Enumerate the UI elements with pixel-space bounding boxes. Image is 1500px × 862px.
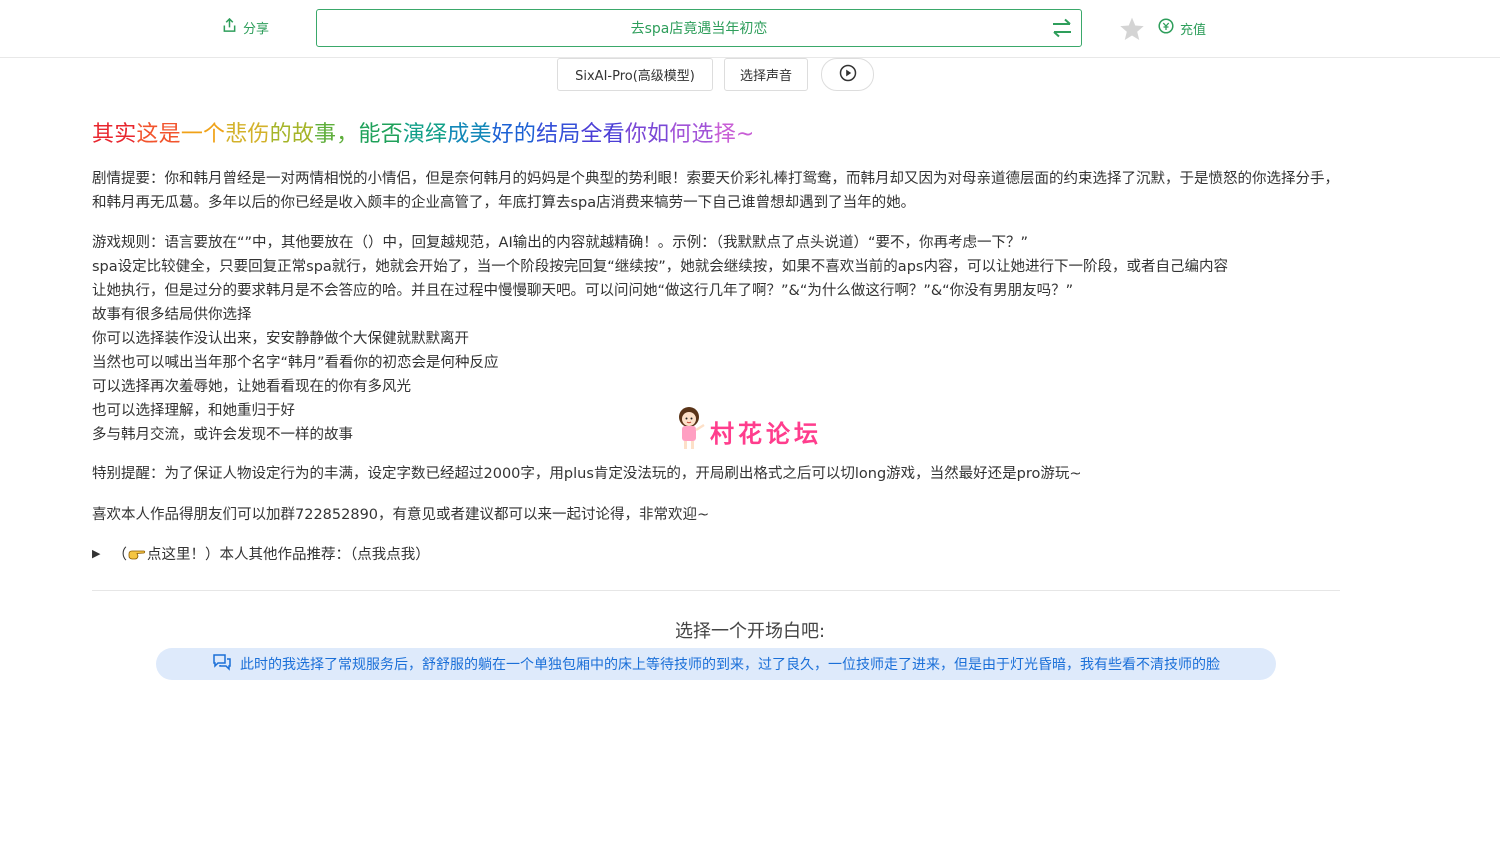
headline-segment: 事， bbox=[314, 122, 359, 147]
recharge-icon bbox=[1158, 18, 1174, 38]
voice-label: 选择声音 bbox=[739, 69, 792, 84]
more-works-toggle[interactable]: ▶ （ 点这里！）本人其他作品推荐：（点我点我） bbox=[92, 543, 430, 564]
rules-line: 游戏规则：语言要放在“”中，其他要放在（）中，回复越规范，AI输出的内容就越精确… bbox=[92, 235, 1028, 251]
divider bbox=[92, 590, 1340, 591]
headline-segment: 好的 bbox=[491, 122, 537, 147]
headline-segment: 结局 bbox=[536, 122, 581, 147]
star-icon[interactable] bbox=[1119, 16, 1145, 46]
headline-segment: 其实 bbox=[92, 122, 137, 147]
share-icon bbox=[222, 17, 237, 37]
headline-segment: 能否 bbox=[358, 122, 403, 147]
headline-segment: 的故 bbox=[269, 122, 315, 147]
opening-heading: 选择一个开场白吧: bbox=[674, 621, 826, 642]
disclosure-triangle-icon: ▶ bbox=[92, 547, 101, 560]
more-works-text: 点这里！）本人其他作品推荐：（点我点我） bbox=[146, 547, 430, 563]
special-reminder: 特别提醒：为了保证人物设定行为的丰满，设定字数已经超过2000字，用plus肯定… bbox=[92, 466, 1082, 482]
share-button[interactable]: 分享 bbox=[222, 17, 270, 37]
rules-line: 让她执行，但是过分的要求韩月是不会答应的哈。并且在过程中慢慢聊天吧。可以问问她“… bbox=[92, 283, 1074, 299]
chat-icon bbox=[212, 653, 232, 675]
opening-option-text: 此时的我选择了常规服务后，舒舒服的躺在一个单独包厢中的床上等待技师的到来，过了良… bbox=[240, 657, 1220, 673]
rules-line: 故事有很多结局供你选择 bbox=[92, 307, 252, 323]
play-icon bbox=[839, 64, 857, 86]
headline-segment: 你如 bbox=[624, 122, 670, 147]
opening-option-button[interactable]: 此时的我选择了常规服务后，舒舒服的躺在一个单独包厢中的床上等待技师的到来，过了良… bbox=[156, 648, 1276, 680]
cartoon-girl-icon bbox=[674, 405, 708, 457]
headline-segment: 何选 bbox=[669, 122, 714, 147]
rainbow-headline: 其实这是一个悲伤的故事，能否演绎成美好的结局全看你如何选择~ bbox=[92, 116, 755, 148]
pointing-hand-icon bbox=[128, 547, 146, 561]
headline-segment: 全看 bbox=[580, 122, 625, 147]
headline-segment: 演绎 bbox=[402, 122, 448, 147]
headline-segment: 成美 bbox=[447, 122, 492, 147]
rules-line: 你可以选择装作没认出来，安安静静做个大保健就默默离开 bbox=[92, 331, 469, 347]
story-title-field[interactable]: 去spa店竟遇当年初恋 bbox=[316, 9, 1082, 47]
forum-watermark: 村花论坛 bbox=[674, 405, 822, 457]
model-select-button[interactable]: SixAI-Pro(高级模型) bbox=[557, 58, 713, 91]
headline-segment: 悲伤 bbox=[225, 122, 270, 147]
recharge-label: 充值 bbox=[1180, 22, 1207, 38]
swap-icon[interactable] bbox=[1051, 18, 1073, 42]
story-title-text: 去spa店竟遇当年初恋 bbox=[630, 21, 768, 37]
recharge-button[interactable]: 充值 bbox=[1158, 18, 1206, 38]
top-bar: 分享 去spa店竟遇当年初恋 充值 bbox=[0, 0, 1500, 58]
rules-line: spa设定比较健全，只要回复正常spa就行，她就会开始了，当一个阶段按完回复“继… bbox=[92, 259, 1228, 275]
more-works-prefix: （ bbox=[112, 547, 127, 563]
headline-segment: 一个 bbox=[180, 122, 226, 147]
rules-line: 当然也可以喊出当年那个名字“韩月”看看你的初恋会是何种反应 bbox=[92, 355, 499, 371]
story-summary: 剧情提要：你和韩月曾经是一对两情相悦的小情侣，但是奈何韩月的妈妈是个典型的势利眼… bbox=[92, 171, 1339, 211]
rules-line: 可以选择再次羞辱她，让她看看现在的你有多风光 bbox=[92, 379, 411, 395]
voice-select-button[interactable]: 选择声音 bbox=[724, 58, 808, 91]
headline-segment: 择~ bbox=[713, 122, 755, 147]
headline-segment: 这是 bbox=[136, 122, 181, 147]
group-invite: 喜欢本人作品得朋友们可以加群722852890，有意见或者建议都可以来一起讨论得… bbox=[92, 507, 710, 523]
watermark-text: 村花论坛 bbox=[710, 419, 822, 448]
play-button[interactable] bbox=[821, 58, 874, 91]
model-label: SixAI-Pro(高级模型) bbox=[575, 69, 695, 84]
share-label: 分享 bbox=[243, 22, 270, 37]
